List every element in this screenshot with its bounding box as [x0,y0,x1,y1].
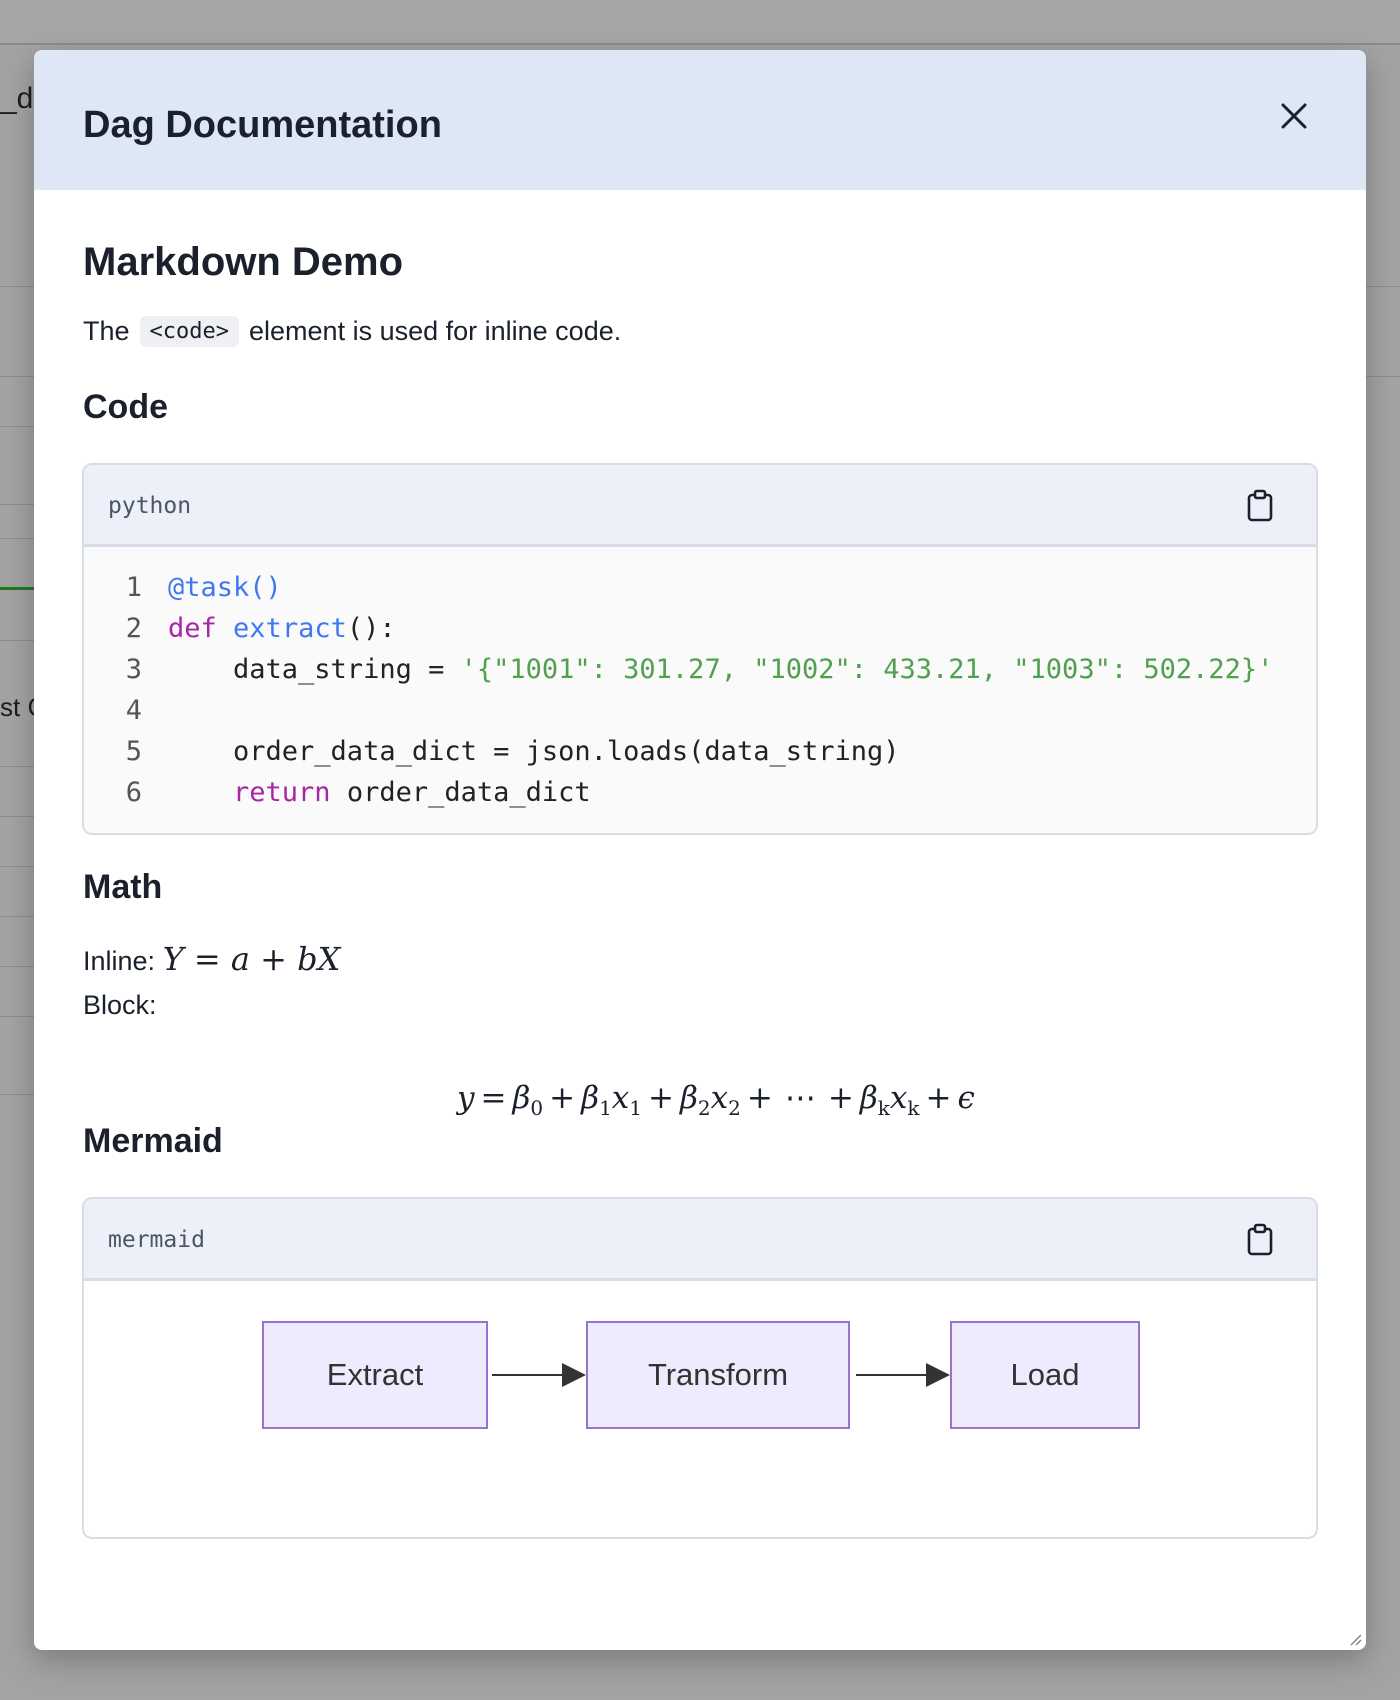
background-top-bar [0,0,1400,45]
background-status-bar [0,587,34,590]
code-line: 6 return order_data_dict [84,772,1316,813]
mermaid-diagram: Extract Transform Load [84,1281,1316,1535]
paragraph-text: element is used for inline code. [249,316,622,346]
code-section-heading: Code [83,388,168,426]
math-block-label: Block: [83,990,157,1020]
line-number: 2 [125,613,142,644]
background-divider [0,426,34,427]
code-block-header: python [84,465,1316,547]
math-section-heading: Math [83,868,163,906]
code-line: 2 def extract(): [84,608,1316,649]
line-number: 1 [125,572,142,603]
background-divider [0,504,34,505]
clipboard-icon [1247,1223,1273,1256]
close-button[interactable] [1274,96,1314,136]
code-text: return order_data_dict [233,777,591,808]
code-line: 5 order_data_dict = json.loads(data_stri… [84,731,1316,772]
background-divider [0,538,34,539]
background-divider [0,1016,34,1017]
code-language-label: python [108,493,192,519]
mermaid-code-block: mermaid Extract Transform Load [82,1197,1318,1539]
copy-code-button[interactable] [1244,489,1276,523]
mermaid-node-extract: Extract [262,1321,488,1429]
close-icon [1281,103,1307,129]
line-number: 5 [125,736,142,767]
math-inline-label: Inline: [83,946,156,976]
math-block-formula: y = β0 + β1x1 + β2x2 + ⋯ + βkxk + ϵ [457,1080,975,1121]
background-divider [0,866,34,867]
line-number: 6 [125,777,142,808]
modal-title: Dag Documentation [83,104,442,146]
dag-documentation-modal: Dag Documentation Markdown Demo The <cod… [34,50,1366,1650]
background-divider [0,966,34,967]
code-line: 4 [84,690,1316,731]
mermaid-section-heading: Mermaid [83,1122,223,1160]
inline-code: <code> [139,316,240,347]
code-text: order_data_dict = json.loads(data_string… [168,736,900,767]
code-line: 1 @task() [84,567,1316,608]
mermaid-node-transform: Transform [586,1321,850,1429]
background-divider [0,1094,34,1095]
code-text: @task() [168,572,282,603]
math-inline-row: Inline: Y = a + bX [83,940,340,978]
mermaid-node-load: Load [950,1321,1140,1429]
background-divider [0,916,34,917]
code-block-header: mermaid [84,1199,1316,1281]
line-number: 4 [125,695,142,726]
doc-paragraph: The <code> element is used for inline co… [83,316,621,347]
code-language-label: mermaid [108,1227,205,1253]
paragraph-text: The [83,316,130,346]
background-divider [0,816,34,817]
resize-handle-icon[interactable] [1346,1630,1362,1646]
code-text: data_string = '{"1001": 301.27, "1002": … [168,654,1274,685]
doc-heading: Markdown Demo [83,240,404,284]
modal-header: Dag Documentation [34,50,1366,190]
background-divider [0,640,34,641]
math-inline-formula: Y = a + bX [162,940,341,978]
python-code-block: python 1 @task() 2 def extract(): 3 data… [82,463,1318,835]
line-number: 3 [125,654,142,685]
code-lines: 1 @task() 2 def extract(): 3 data_string… [84,547,1316,833]
code-line: 3 data_string = '{"1001": 301.27, "1002"… [84,649,1316,690]
code-text: def extract(): [168,613,396,644]
background-text-fragment: _d [0,82,34,115]
clipboard-icon [1247,489,1273,522]
copy-code-button[interactable] [1244,1223,1276,1257]
background-divider [0,766,34,767]
